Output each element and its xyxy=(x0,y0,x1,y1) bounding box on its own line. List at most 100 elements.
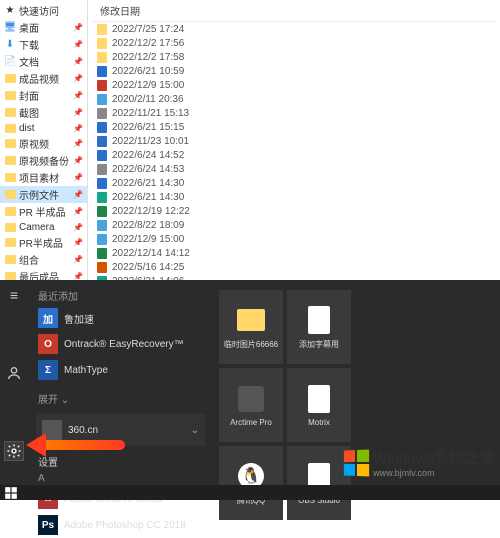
hamburger-icon[interactable]: ≡ xyxy=(5,286,23,304)
windows-start-icon[interactable] xyxy=(4,486,18,500)
folder-icon xyxy=(4,73,16,85)
pin-icon: 📌 xyxy=(73,23,83,32)
sidebar-item-label: PR 半成品 xyxy=(19,204,66,219)
sidebar-item[interactable]: 项目素材📌 xyxy=(0,169,87,186)
file-date: 2022/12/14 14:12 xyxy=(112,248,190,259)
file-date: 2022/6/21 14:30 xyxy=(112,178,184,189)
explorer-sidebar: ★ 快速访问 🖥桌面📌⬇下载📌📄文档📌成品视频📌封面📌截图📌dist📌原视频📌原… xyxy=(0,0,88,285)
file-date: 2022/12/19 12:22 xyxy=(112,206,190,217)
pin-icon: 📌 xyxy=(73,124,83,133)
img-icon xyxy=(96,219,108,231)
sidebar-item[interactable]: PR半成品📌 xyxy=(0,234,87,251)
column-header-date[interactable]: 修改日期 xyxy=(92,0,496,22)
sidebar-item[interactable]: PR 半成品📌 xyxy=(0,203,87,220)
taskbar[interactable] xyxy=(0,485,500,500)
sidebar-item[interactable]: dist📌 xyxy=(0,121,87,135)
sidebar-item[interactable]: ⬇下载📌 xyxy=(0,36,87,53)
sidebar-item[interactable]: 原视频备份📌 xyxy=(0,152,87,169)
sidebar-item-label: 下载 xyxy=(19,37,39,52)
sidebar-item-label: 成品视频 xyxy=(19,71,59,86)
doc-icon xyxy=(96,149,108,161)
sidebar-item-label: Camera xyxy=(19,222,55,233)
chevron-down-icon: ⌄ xyxy=(191,425,199,436)
section-a-label[interactable]: A xyxy=(32,471,209,486)
sidebar-item[interactable]: 原视频📌 xyxy=(0,135,87,152)
file-row[interactable]: 2022/12/2 17:58 xyxy=(92,50,496,64)
sidebar-item[interactable]: 截图📌 xyxy=(0,104,87,121)
sidebar-item[interactable]: Camera📌 xyxy=(0,220,87,234)
folder-icon xyxy=(96,51,108,63)
expand-label[interactable]: 展开 ⌄ xyxy=(32,389,209,408)
pin-icon: 📌 xyxy=(73,156,83,165)
folder-icon xyxy=(4,122,16,134)
app-label: 鲁加速 xyxy=(64,311,94,326)
file-row[interactable]: 2022/8/22 18:09 xyxy=(92,218,496,232)
start-tile[interactable]: Motrix xyxy=(287,368,351,442)
quick-access-header[interactable]: ★ 快速访问 xyxy=(0,2,87,19)
file-row[interactable]: 2022/11/23 10:01 xyxy=(92,134,496,148)
app-icon: 加 xyxy=(38,308,58,328)
file-row[interactable]: 2022/6/21 14:30 xyxy=(92,190,496,204)
sidebar-item[interactable]: 封面📌 xyxy=(0,87,87,104)
folder-icon xyxy=(236,305,266,335)
file-row[interactable]: 2022/12/2 17:56 xyxy=(92,36,496,50)
app-icon: Ps xyxy=(38,515,58,535)
file-row[interactable]: 2022/6/24 14:52 xyxy=(92,148,496,162)
file-row[interactable]: 2022/12/14 14:12 xyxy=(92,246,496,260)
start-tile[interactable]: OBS Studio xyxy=(287,446,351,520)
sidebar-item[interactable]: 组合📌 xyxy=(0,251,87,268)
file-row[interactable]: 2022/6/21 14:30 xyxy=(92,176,496,190)
sidebar-item-label: 封面 xyxy=(19,88,39,103)
file-date: 2020/2/11 20:36 xyxy=(112,94,184,105)
folder-icon xyxy=(4,206,16,218)
app-icon: O xyxy=(38,334,58,354)
sidebar-item[interactable]: 📄文档📌 xyxy=(0,53,87,70)
start-tile[interactable]: 添加字幕用 xyxy=(287,290,351,364)
pin-icon: 📌 xyxy=(73,57,83,66)
folder-icon xyxy=(4,138,16,150)
file-row[interactable]: 2022/12/19 12:22 xyxy=(92,204,496,218)
sidebar-item[interactable]: 示例文件📌 xyxy=(0,186,87,203)
sidebar-item[interactable]: 🖥桌面 📌 xyxy=(0,19,87,36)
file-date: 2022/12/2 17:56 xyxy=(112,38,184,49)
folder-icon xyxy=(4,221,16,233)
app-item[interactable]: PsAdobe Photoshop CC 2018 xyxy=(32,512,209,538)
start-tile[interactable]: 临时图片66666 xyxy=(219,290,283,364)
desktop-icon: 🖥 xyxy=(4,22,16,34)
page-icon xyxy=(304,305,334,335)
annotation-arrow xyxy=(30,435,130,453)
doc-icon xyxy=(96,65,108,77)
user-icon[interactable] xyxy=(5,364,23,382)
tile-label: Motrix xyxy=(308,418,330,427)
file-row[interactable]: 2022/5/16 14:25 xyxy=(92,260,496,274)
sidebar-item[interactable]: 成品视频📌 xyxy=(0,70,87,87)
file-row[interactable]: 2022/11/21 15:13 xyxy=(92,106,496,120)
folder-icon xyxy=(96,23,108,35)
file-row[interactable]: 2022/6/21 15:15 xyxy=(92,120,496,134)
file-date: 2022/12/9 15:00 xyxy=(112,80,184,91)
quick-access-label: 快速访问 xyxy=(19,3,59,18)
pin-icon: 📌 xyxy=(73,108,83,117)
page-icon xyxy=(304,384,334,414)
xls-icon xyxy=(96,205,108,217)
file-date: 2022/6/21 14:30 xyxy=(112,192,184,203)
app-item[interactable]: OOntrack® EasyRecovery™ xyxy=(32,331,209,357)
file-row[interactable]: 2022/12/9 15:00 xyxy=(92,232,496,246)
app-label: MathType xyxy=(64,365,108,376)
file-date: 2022/6/21 10:59 xyxy=(112,66,184,77)
pin-icon: 📌 xyxy=(73,139,83,148)
pin-icon: 📌 xyxy=(73,255,83,264)
file-row[interactable]: 2022/7/25 17:24 xyxy=(92,22,496,36)
app-item[interactable]: ΣMathType xyxy=(32,357,209,383)
sidebar-item-label: 桌面 xyxy=(19,20,39,35)
file-row[interactable]: 2020/2/11 20:36 xyxy=(92,92,496,106)
watermark: Windows系统之家 www.bjmlv.com xyxy=(343,447,494,478)
start-tile[interactable]: 🐧腾讯QQ xyxy=(219,446,283,520)
settings-icon[interactable] xyxy=(5,442,23,460)
file-row[interactable]: 2022/6/24 14:53 xyxy=(92,162,496,176)
file-date: 2022/5/16 14:25 xyxy=(112,262,184,273)
start-tile[interactable]: Arctime Pro xyxy=(219,368,283,442)
file-row[interactable]: 2022/12/9 15:00 xyxy=(92,78,496,92)
app-item[interactable]: 加鲁加速 xyxy=(32,305,209,331)
file-row[interactable]: 2022/6/21 10:59 xyxy=(92,64,496,78)
